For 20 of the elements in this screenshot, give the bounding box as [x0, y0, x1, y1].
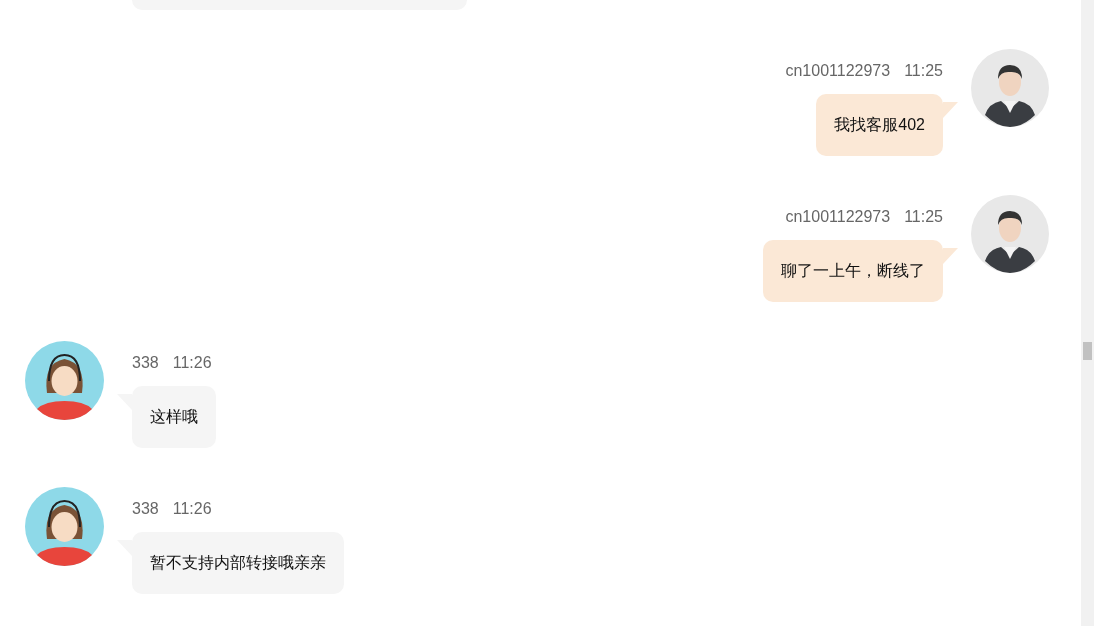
message-time: 11:25: [904, 61, 943, 81]
scrollbar[interactable]: [1081, 0, 1094, 626]
message-time: 11:25: [904, 207, 943, 227]
sender-name: cn1001122973: [785, 207, 891, 227]
sender-name: cn1001122973: [785, 61, 891, 81]
scrollbar-thumb[interactable]: [1083, 342, 1092, 360]
bubble-tail: [943, 248, 958, 264]
woman-avatar-icon: [25, 341, 104, 420]
message-time: 11:26: [172, 499, 212, 519]
man-avatar-icon: [971, 195, 1049, 273]
man-avatar-icon: [971, 49, 1049, 127]
bubble-tail: [943, 102, 958, 118]
woman-avatar-icon: [25, 487, 104, 566]
sender-name: 338: [132, 353, 159, 373]
message-bubble: 这样哦: [132, 386, 216, 448]
message-bubble: 暂不支持内部转接哦亲亲: [132, 532, 344, 594]
message-time: 11:26: [172, 353, 212, 373]
sender-name: 338: [132, 499, 159, 519]
message-bubble: 聊了一上午，断线了: [763, 240, 943, 302]
message-bubble: 我找客服402: [816, 94, 943, 156]
